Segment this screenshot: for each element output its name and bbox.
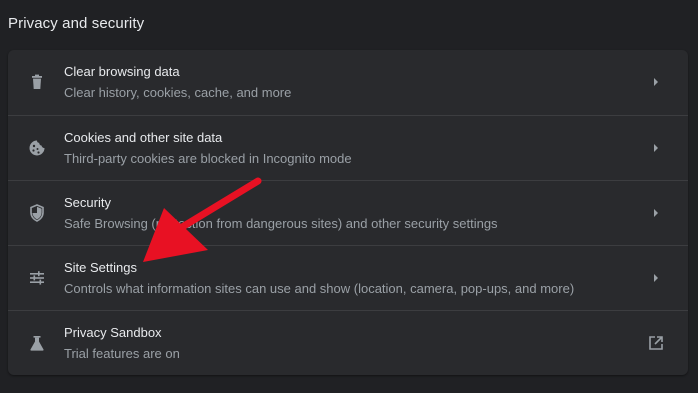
- cookies-row[interactable]: Cookies and other site data Third-party …: [8, 115, 688, 180]
- row-subtitle: Controls what information sites can use …: [64, 281, 575, 296]
- row-title: Cookies and other site data: [64, 130, 223, 145]
- privacy-sandbox-row[interactable]: Privacy Sandbox Trial features are on: [8, 310, 688, 375]
- site-settings-row[interactable]: Site Settings Controls what information …: [8, 245, 688, 310]
- chevron-right-icon[interactable]: [646, 268, 666, 288]
- row-title: Security: [64, 195, 111, 210]
- security-row[interactable]: Security Safe Browsing (protection from …: [8, 180, 688, 245]
- row-title: Clear browsing data: [64, 64, 180, 79]
- sliders-icon: [27, 268, 47, 288]
- cookie-icon: [27, 138, 47, 158]
- shield-icon: [27, 203, 47, 223]
- clear-browsing-data-row[interactable]: Clear browsing data Clear history, cooki…: [8, 50, 688, 115]
- chevron-right-icon[interactable]: [646, 72, 666, 92]
- trash-icon: [27, 72, 47, 92]
- row-subtitle: Clear history, cookies, cache, and more: [64, 85, 292, 100]
- privacy-settings-card: Clear browsing data Clear history, cooki…: [8, 50, 688, 375]
- chevron-right-icon[interactable]: [646, 138, 666, 158]
- row-title: Site Settings: [64, 260, 137, 275]
- settings-page: Privacy and security Clear browsing data…: [0, 0, 698, 393]
- section-title: Privacy and security: [8, 15, 145, 32]
- flask-icon: [27, 333, 47, 353]
- row-subtitle: Trial features are on: [64, 346, 180, 361]
- row-subtitle: Third-party cookies are blocked in Incog…: [64, 151, 352, 166]
- chevron-right-icon[interactable]: [646, 203, 666, 223]
- row-title: Privacy Sandbox: [64, 325, 162, 340]
- row-subtitle: Safe Browsing (protection from dangerous…: [64, 216, 498, 231]
- open-in-new-icon[interactable]: [646, 333, 666, 353]
